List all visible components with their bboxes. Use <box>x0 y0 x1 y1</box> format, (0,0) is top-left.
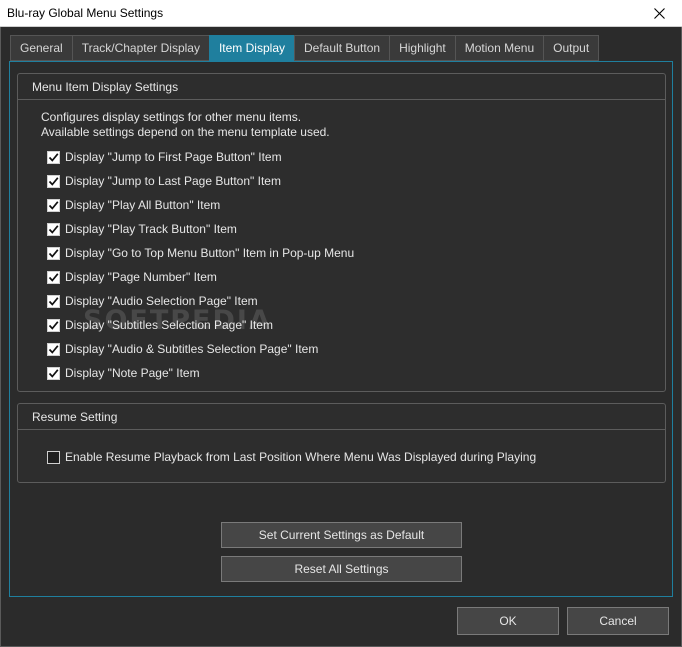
cancel-button[interactable]: Cancel <box>567 607 669 635</box>
checkbox-go-to-top-menu[interactable]: Display "Go to Top Menu Button" Item in … <box>47 244 354 262</box>
checkbox-label: Display "Play All Button" Item <box>65 198 221 212</box>
checkbox-icon[interactable] <box>47 174 60 188</box>
checkbox-audio-selection[interactable]: Display "Audio Selection Page" Item <box>47 292 258 310</box>
close-button[interactable] <box>637 0 682 26</box>
checkbox-icon[interactable] <box>47 342 60 356</box>
window-title: Blu-ray Global Menu Settings <box>7 6 164 20</box>
checkbox-jump-first-page[interactable]: Display "Jump to First Page Button" Item <box>47 148 282 166</box>
checkbox-label: Display "Jump to Last Page Button" Item <box>65 174 281 188</box>
description-line-1: Configures display settings for other me… <box>41 110 302 124</box>
tab-general[interactable]: General <box>10 35 72 61</box>
checkbox-label: Enable Resume Playback from Last Positio… <box>65 450 537 464</box>
checkbox-audio-subtitles-selection[interactable]: Display "Audio & Subtitles Selection Pag… <box>47 340 318 358</box>
checkbox-icon[interactable] <box>47 294 60 308</box>
checkbox-page-number[interactable]: Display "Page Number" Item <box>47 268 217 286</box>
checkbox-subtitles-selection[interactable]: Display "Subtitles Selection Page" Item <box>47 316 273 334</box>
checkbox-icon[interactable] <box>47 450 60 464</box>
tab-track-chapter-display[interactable]: Track/Chapter Display <box>71 35 209 61</box>
tab-default-button[interactable]: Default Button <box>294 35 390 61</box>
tab-output[interactable]: Output <box>543 35 600 61</box>
checkbox-icon[interactable] <box>47 150 60 164</box>
checkbox-label: Display "Go to Top Menu Button" Item in … <box>65 246 355 260</box>
set-default-button[interactable]: Set Current Settings as Default <box>221 522 462 548</box>
checkbox-label: Display "Play Track Button" Item <box>65 222 237 236</box>
checkbox-icon[interactable] <box>47 198 60 212</box>
checkbox-jump-last-page[interactable]: Display "Jump to Last Page Button" Item <box>47 172 281 190</box>
checkbox-label: Display "Note Page" Item <box>65 366 200 380</box>
reset-all-button[interactable]: Reset All Settings <box>221 556 462 582</box>
title-bar: Blu-ray Global Menu Settings <box>0 0 682 27</box>
checkbox-icon[interactable] <box>47 246 60 260</box>
checkbox-note-page[interactable]: Display "Note Page" Item <box>47 364 200 382</box>
checkbox-label: Display "Page Number" Item <box>65 270 217 284</box>
checkbox-play-track[interactable]: Display "Play Track Button" Item <box>47 220 237 238</box>
checkbox-play-all[interactable]: Display "Play All Button" Item <box>47 196 220 214</box>
group-title: Resume Setting <box>32 410 118 424</box>
close-icon <box>654 7 665 19</box>
checkbox-icon[interactable] <box>47 270 60 284</box>
tab-panel: Menu Item Display Settings Configures di… <box>9 61 673 597</box>
group-title: Menu Item Display Settings <box>32 80 179 94</box>
description-line-2: Available settings depend on the menu te… <box>41 125 330 139</box>
checkbox-icon[interactable] <box>47 222 60 236</box>
group-divider <box>18 99 665 100</box>
checkbox-enable-resume[interactable]: Enable Resume Playback from Last Positio… <box>47 448 536 466</box>
tab-item-display[interactable]: Item Display <box>208 35 294 61</box>
group-divider <box>18 429 665 430</box>
checkbox-label: Display "Jump to First Page Button" Item <box>65 150 282 164</box>
checkbox-icon[interactable] <box>47 366 60 380</box>
menu-item-display-group: Menu Item Display Settings Configures di… <box>17 73 666 392</box>
tab-highlight[interactable]: Highlight <box>389 35 455 61</box>
ok-button[interactable]: OK <box>457 607 559 635</box>
tab-motion-menu[interactable]: Motion Menu <box>454 35 544 61</box>
tab-bar: General Track/Chapter Display Item Displ… <box>10 35 600 61</box>
checkbox-label: Display "Audio & Subtitles Selection Pag… <box>65 342 319 356</box>
checkbox-label: Display "Audio Selection Page" Item <box>65 294 258 308</box>
checkbox-icon[interactable] <box>47 318 60 332</box>
resume-setting-group: Resume Setting Enable Resume Playback fr… <box>17 403 666 483</box>
checkbox-label: Display "Subtitles Selection Page" Item <box>65 318 273 332</box>
